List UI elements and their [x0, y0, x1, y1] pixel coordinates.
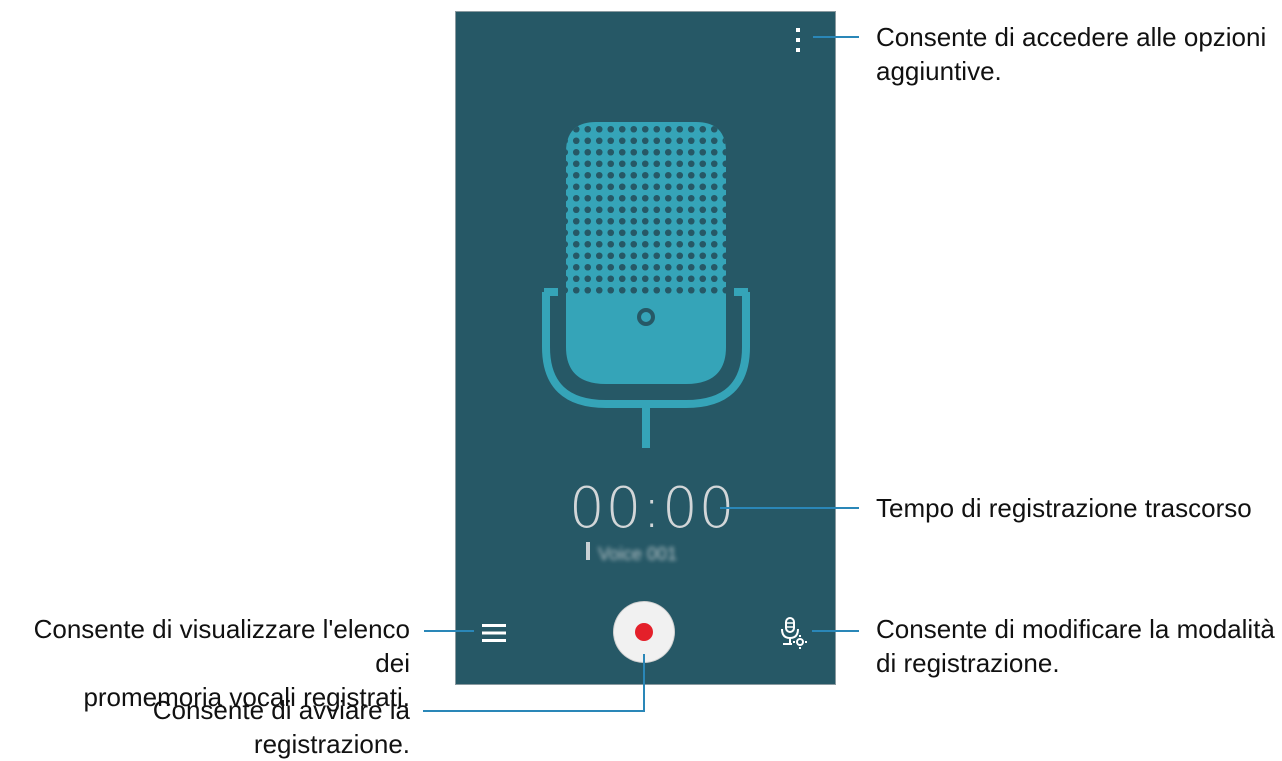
recording-mode-icon[interactable] [778, 616, 808, 650]
callout-list-line-1: Consente di visualizzare l'elenco dei [33, 614, 410, 678]
list-icon[interactable] [480, 622, 508, 644]
recording-name-marker [586, 542, 590, 560]
callout-line-list [424, 630, 474, 632]
record-icon [635, 623, 653, 641]
voice-recorder-screen: 00:00 Voice 001 [455, 11, 836, 685]
callout-line-more-options [813, 36, 859, 38]
callout-recording-mode: Consente di modificare la modalità di re… [876, 612, 1275, 680]
callout-more-options-line-2: aggiuntive. [876, 56, 1002, 86]
callout-line-start-vertical [643, 654, 645, 712]
record-button[interactable] [614, 602, 674, 662]
elapsed-time: 00:00 [569, 476, 736, 541]
callout-elapsed-time-text: Tempo di registrazione trascorso [876, 493, 1252, 523]
callout-start-recording: Consente di avviare la registrazione. [0, 693, 410, 761]
callout-more-options-line-1: Consente di accedere alle opzioni [876, 22, 1267, 52]
callout-start-recording-text: Consente di avviare la registrazione. [152, 695, 410, 759]
recording-name: Voice 001 [598, 544, 678, 564]
callout-line-elapsed-time [720, 507, 859, 509]
callout-recording-mode-line-1: Consente di modificare la modalità [876, 614, 1275, 644]
callout-elapsed-time: Tempo di registrazione trascorso [876, 491, 1252, 525]
callout-recording-mode-line-2: di registrazione. [876, 648, 1060, 678]
callout-line-recording-mode [812, 630, 859, 632]
callout-more-options: Consente di accedere alle opzioni aggiun… [876, 20, 1266, 88]
callout-line-start-horizontal [423, 710, 645, 712]
microphone-illustration [536, 112, 756, 462]
more-options-icon[interactable] [788, 26, 808, 56]
